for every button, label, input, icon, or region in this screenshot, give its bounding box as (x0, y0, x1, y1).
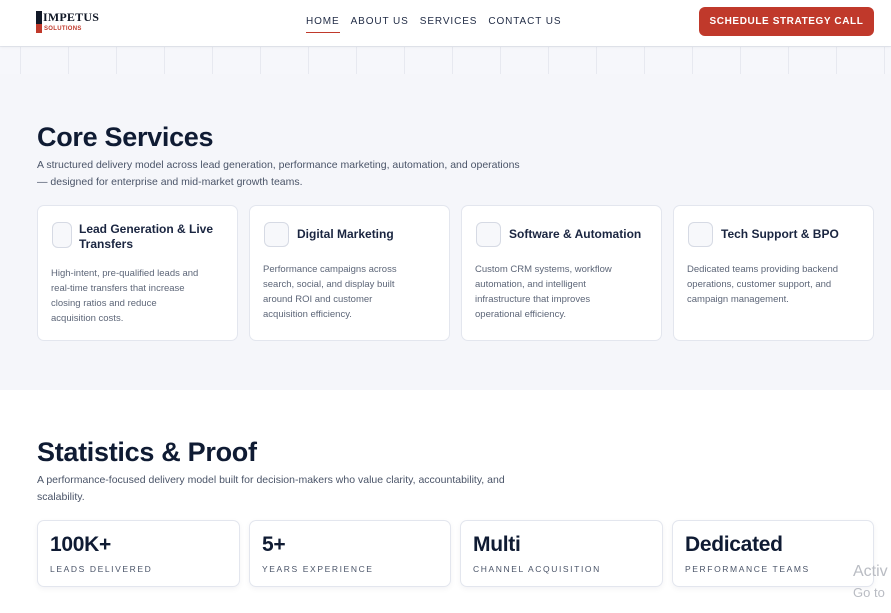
nav-home[interactable]: HOME (306, 15, 340, 33)
service-card-lead-generation[interactable]: Lead Generation & Live Transfers High-in… (37, 205, 238, 341)
impetus-logo[interactable]: IMPETUS SOLUTIONS (36, 10, 100, 36)
stat-label: PERFORMANCE TEAMS (685, 564, 810, 574)
stat-card-experience: 5+ YEARS EXPERIENCE (249, 520, 451, 587)
stat-label: CHANNEL ACQUISITION (473, 564, 601, 574)
service-card-desc-line: Performance campaigns across (263, 264, 397, 275)
stat-card-teams: Dedicated PERFORMANCE TEAMS (672, 520, 874, 587)
lead-generation-icon (52, 222, 72, 248)
service-card-title: Digital Marketing (297, 227, 394, 241)
software-automation-icon (476, 222, 501, 247)
tech-support-icon (688, 222, 713, 247)
hero-grid-background (0, 46, 891, 74)
service-card-desc-line: operations, customer support, and (687, 279, 832, 290)
stat-label: YEARS EXPERIENCE (262, 564, 374, 574)
logo-mark-icon (36, 11, 42, 33)
core-services-description-line2: — designed for enterprise and mid-market… (37, 176, 303, 188)
service-card-desc-line: infrastructure that improves (475, 294, 591, 305)
service-card-digital-marketing[interactable]: Digital Marketing Performance campaigns … (249, 205, 450, 341)
nav-contact-us[interactable]: CONTACT US (488, 15, 561, 33)
service-card-title: Tech Support & BPO (721, 227, 839, 241)
stat-card-channel: Multi CHANNEL ACQUISITION (460, 520, 663, 587)
activate-watermark-line1: Activ (853, 563, 888, 580)
service-card-desc-line: real-time transfers that increase (51, 283, 185, 294)
site-header: IMPETUS SOLUTIONS HOME ABOUT US SERVICES… (0, 0, 891, 46)
service-card-desc-line: around ROI and customer (263, 294, 373, 305)
service-card-desc-line: Dedicated teams providing backend (687, 264, 839, 275)
core-services-description-line1: A structured delivery model across lead … (37, 159, 520, 171)
digital-marketing-icon (264, 222, 289, 247)
statistics-title: Statistics & Proof (37, 437, 257, 467)
service-card-tech-support-bpo[interactable]: Tech Support & BPO Dedicated teams provi… (673, 205, 874, 341)
statistics-description-line2: scalability. (37, 491, 85, 503)
main-nav: HOME ABOUT US SERVICES CONTACT US (306, 15, 561, 33)
service-card-software-automation[interactable]: Software & Automation Custom CRM systems… (461, 205, 662, 341)
schedule-strategy-call-button[interactable]: SCHEDULE STRATEGY CALL (699, 7, 874, 36)
statistics-description-line1: A performance-focused delivery model bui… (37, 474, 505, 486)
nav-services[interactable]: SERVICES (420, 15, 478, 33)
service-card-desc-line: search, social, and display built (263, 279, 395, 290)
service-card-desc-line: acquisition efficiency. (263, 309, 352, 320)
stat-value: 5+ (262, 533, 286, 556)
service-card-title: Lead Generation & Live (79, 222, 214, 236)
logo-subtitle: SOLUTIONS (44, 26, 82, 32)
service-card-desc-line: campaign management. (687, 294, 789, 305)
service-card-desc-line: acquisition costs. (51, 313, 124, 324)
service-card-desc-line: closing ratios and reduce (51, 298, 157, 309)
service-card-title: Software & Automation (509, 227, 642, 241)
stat-value: 100K+ (50, 533, 111, 556)
service-card-desc-line: automation, and intelligent (475, 279, 586, 290)
logo-wordmark: IMPETUS (43, 10, 100, 24)
stat-value: Multi (473, 533, 521, 556)
stat-card-leads: 100K+ LEADS DELIVERED (37, 520, 240, 587)
stat-value: Dedicated (685, 533, 783, 556)
service-card-desc-line: High-intent, pre-qualified leads and (51, 268, 199, 279)
service-card-desc-line: Custom CRM systems, workflow (475, 264, 612, 275)
activate-watermark-line2: Go to (853, 585, 885, 600)
core-services-title: Core Services (37, 122, 214, 152)
service-card-title-line2: Transfers (79, 237, 134, 251)
service-card-desc-line: operational efficiency. (475, 309, 567, 320)
nav-about-us[interactable]: ABOUT US (351, 15, 409, 33)
stat-label: LEADS DELIVERED (50, 564, 153, 574)
